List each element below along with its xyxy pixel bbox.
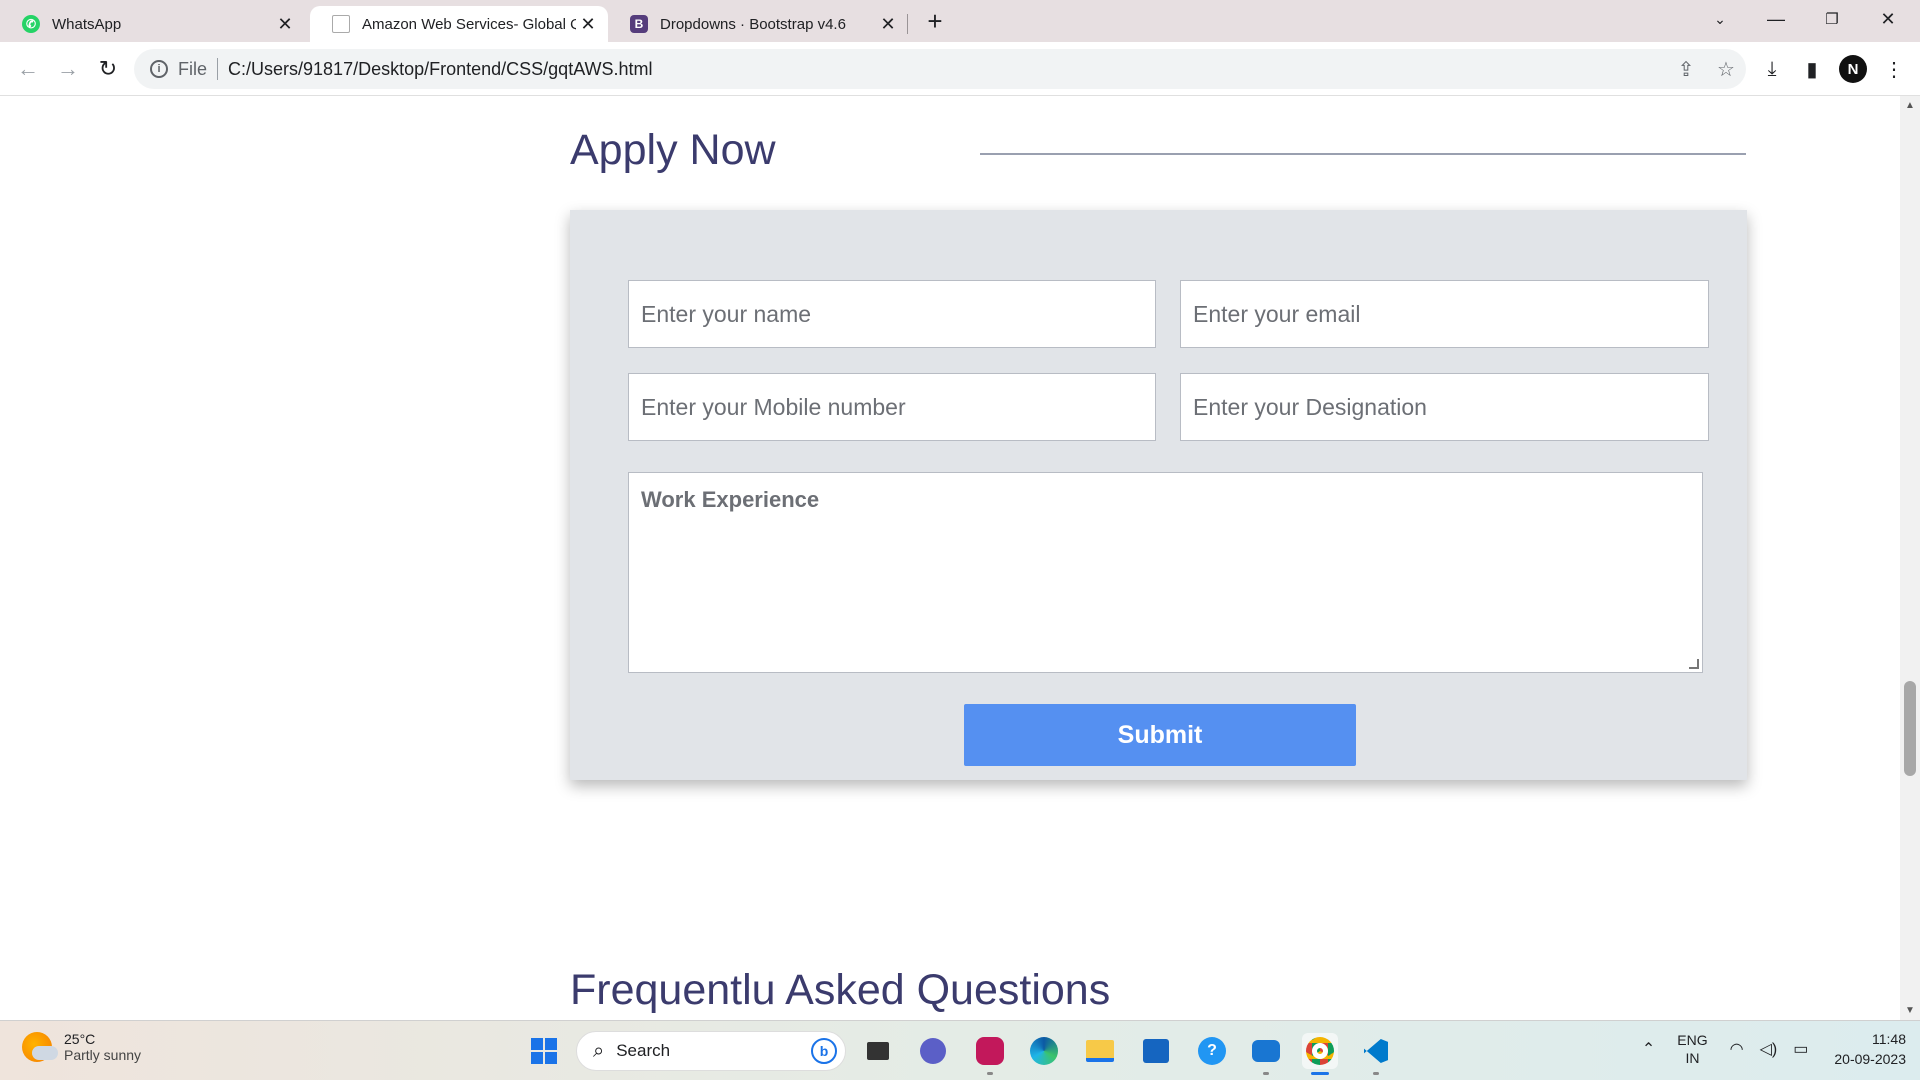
tab-strip: ✆ WhatsApp ✕ Amazon Web Services- Global… bbox=[0, 0, 1920, 42]
battery-icon[interactable]: ▭ bbox=[1793, 1039, 1808, 1059]
taskbar-search[interactable]: ⌕ Search b bbox=[576, 1031, 846, 1071]
address-bar[interactable]: i File C:/Users/91817/Desktop/Frontend/C… bbox=[134, 49, 1746, 89]
chevron-up-icon[interactable]: ⌃ bbox=[1642, 1039, 1655, 1059]
weather-temp: 25°C bbox=[64, 1031, 96, 1047]
work-experience-textarea[interactable]: Work Experience bbox=[628, 472, 1703, 673]
tab-whatsapp[interactable]: ✆ WhatsApp ✕ bbox=[0, 6, 305, 42]
lang-line1: ENG bbox=[1677, 1032, 1708, 1048]
weather-widget[interactable]: 25°C Partly sunny bbox=[22, 1031, 141, 1063]
minimize-icon[interactable]: — bbox=[1748, 4, 1804, 34]
info-icon[interactable]: i bbox=[150, 60, 168, 78]
bing-icon[interactable]: b bbox=[811, 1038, 837, 1064]
browser-toolbar: ← → ↻ i File C:/Users/91817/Desktop/Fron… bbox=[0, 42, 1920, 96]
avatar: N bbox=[1839, 55, 1867, 83]
back-icon[interactable]: ← bbox=[12, 53, 44, 85]
task-view-icon[interactable] bbox=[860, 1033, 896, 1069]
start-button[interactable] bbox=[526, 1033, 562, 1069]
scroll-thumb[interactable] bbox=[1904, 681, 1916, 776]
reload-icon[interactable]: ↻ bbox=[92, 53, 124, 85]
system-tray: ⌃ ENG IN ◠ ◁) ▭ 11:48 20-09-2023 bbox=[1634, 1029, 1906, 1069]
submit-button[interactable]: Submit bbox=[964, 704, 1356, 766]
profile-button[interactable]: N bbox=[1837, 53, 1869, 85]
whatsapp-icon: ✆ bbox=[22, 15, 40, 33]
heading-rule bbox=[980, 153, 1746, 155]
lang-line2: IN bbox=[1685, 1050, 1700, 1066]
page-icon bbox=[332, 15, 350, 33]
forward-icon[interactable]: → bbox=[52, 53, 84, 85]
file-explorer-icon[interactable] bbox=[1082, 1033, 1118, 1069]
close-icon[interactable]: ✕ bbox=[576, 14, 600, 35]
weather-icon bbox=[22, 1032, 58, 1062]
windows-icon bbox=[531, 1038, 557, 1064]
tab-bootstrap[interactable]: B Dropdowns · Bootstrap v4.6 ✕ bbox=[608, 6, 908, 42]
mobile-input[interactable]: Enter your Mobile number bbox=[628, 373, 1156, 441]
search-icon: ⌕ bbox=[593, 1039, 605, 1062]
tab-divider bbox=[907, 14, 908, 34]
restore-icon[interactable]: ❐ bbox=[1804, 4, 1860, 34]
window-close-icon[interactable]: ✕ bbox=[1860, 4, 1916, 34]
close-icon[interactable]: ✕ bbox=[273, 14, 297, 35]
bootstrap-icon: B bbox=[630, 15, 648, 33]
new-tab-button[interactable]: + bbox=[920, 6, 950, 36]
url-text[interactable]: C:/Users/91817/Desktop/Frontend/CSS/gqtA… bbox=[228, 59, 1666, 80]
store-icon[interactable] bbox=[1138, 1033, 1174, 1069]
edge-icon[interactable] bbox=[1026, 1033, 1062, 1069]
wps-app-icon[interactable] bbox=[972, 1033, 1008, 1075]
side-panel-icon[interactable]: ▮ bbox=[1796, 53, 1828, 85]
close-icon[interactable]: ✕ bbox=[876, 14, 900, 35]
weather-condition: Partly sunny bbox=[64, 1047, 142, 1063]
name-input[interactable]: Enter your name bbox=[628, 280, 1156, 348]
help-app-icon[interactable]: ? bbox=[1194, 1033, 1230, 1069]
page-scrollbar[interactable]: ▲ ▼ bbox=[1900, 96, 1920, 1020]
clock-time: 11:48 bbox=[1872, 1031, 1906, 1047]
page-viewport: Apply Now Enter your name Enter your ema… bbox=[0, 96, 1900, 1020]
language-indicator[interactable]: ENG IN bbox=[1677, 1031, 1707, 1067]
tab-aws[interactable]: Amazon Web Services- Global Q ✕ bbox=[310, 6, 608, 42]
scheme-label: File bbox=[178, 58, 208, 79]
chrome-icon[interactable] bbox=[1302, 1033, 1338, 1075]
tab-title: WhatsApp bbox=[52, 15, 122, 33]
apply-form: Enter your name Enter your email Enter y… bbox=[570, 210, 1747, 780]
tab-search-icon[interactable]: ⌄ bbox=[1692, 4, 1748, 34]
divider bbox=[217, 58, 219, 80]
teams-chat-icon[interactable] bbox=[915, 1033, 951, 1069]
resize-handle-icon[interactable] bbox=[1689, 659, 1699, 669]
search-label: Search bbox=[616, 1041, 671, 1060]
clock[interactable]: 11:48 20-09-2023 bbox=[1834, 1029, 1906, 1069]
tab-title: Dropdowns · Bootstrap v4.6 bbox=[660, 15, 846, 33]
bookmark-star-icon[interactable]: ☆ bbox=[1706, 57, 1746, 82]
designation-input[interactable]: Enter your Designation bbox=[1180, 373, 1709, 441]
faq-heading: Frequentlu Asked Questions bbox=[570, 966, 1111, 1014]
tab-title: Amazon Web Services- Global Q bbox=[362, 15, 576, 33]
email-input[interactable]: Enter your email bbox=[1180, 280, 1709, 348]
quick-assist-icon[interactable] bbox=[1248, 1033, 1284, 1075]
scroll-down-icon[interactable]: ▼ bbox=[1900, 1005, 1920, 1016]
share-icon[interactable]: ⇪ bbox=[1666, 57, 1706, 82]
menu-kebab-icon[interactable]: ⋮ bbox=[1878, 53, 1910, 85]
taskbar: 25°C Partly sunny ⌕ Search b ? ⌃ ENG IN … bbox=[0, 1020, 1920, 1080]
scroll-up-icon[interactable]: ▲ bbox=[1900, 100, 1920, 111]
clock-date: 20-09-2023 bbox=[1834, 1051, 1906, 1067]
apply-heading: Apply Now bbox=[570, 126, 776, 174]
textarea-placeholder: Work Experience bbox=[641, 487, 820, 512]
download-icon[interactable]: ⤓ bbox=[1756, 53, 1788, 85]
volume-icon[interactable]: ◁) bbox=[1760, 1039, 1778, 1059]
wifi-icon[interactable]: ◠ bbox=[1730, 1039, 1744, 1059]
vscode-icon[interactable] bbox=[1358, 1033, 1394, 1075]
